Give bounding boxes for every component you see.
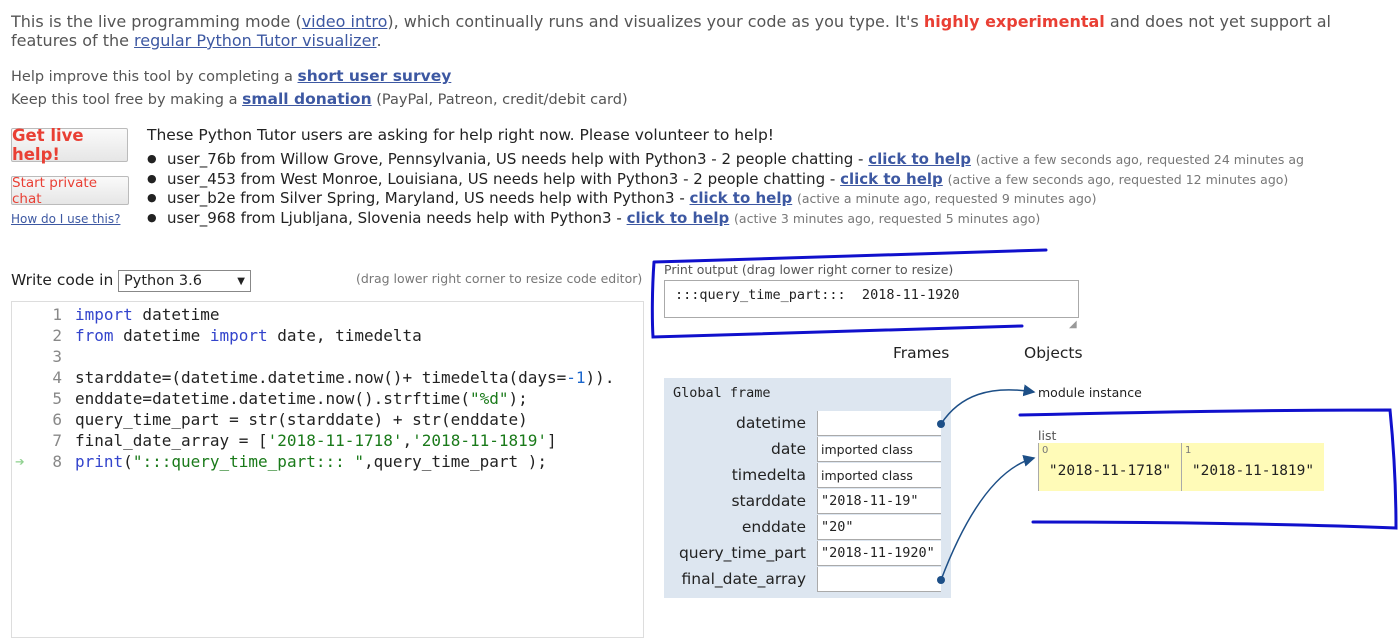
annotation-overlay: [650, 248, 1398, 581]
annotation-stroke-print: [650, 248, 1048, 339]
annotation-stroke-list: [1018, 408, 1398, 530]
pointer-arrow-datetime: [940, 384, 1036, 425]
pointer-arrow-list: [940, 454, 1036, 581]
